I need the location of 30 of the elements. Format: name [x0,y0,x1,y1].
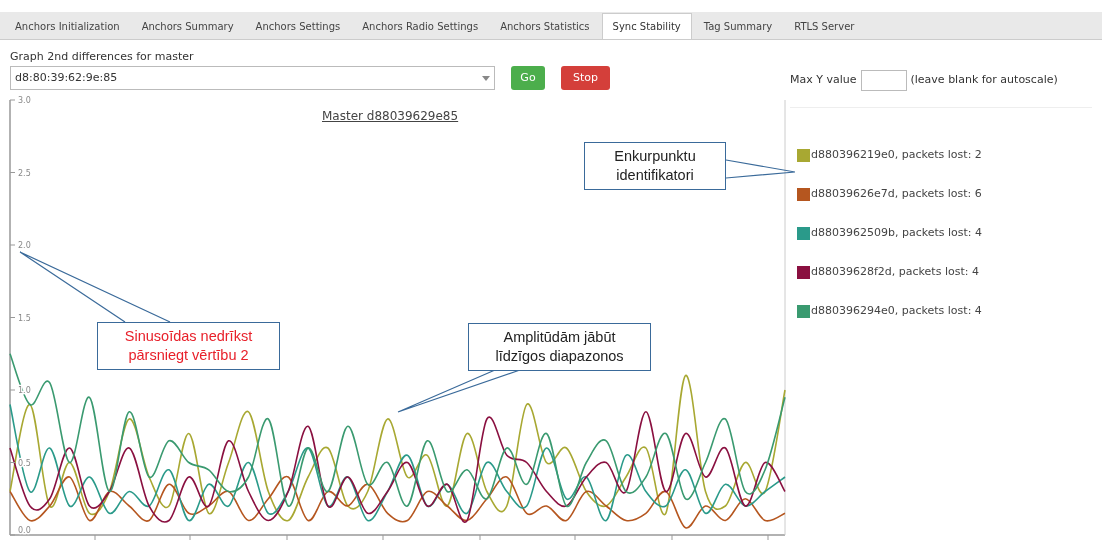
y-tick-label: 2.0 [18,241,31,250]
legend-label: d88039626e7d, packets lost: 6 [811,185,982,202]
callout-text: Amplitūdām jābūt līdzīgos diapazonos [468,323,651,371]
tab[interactable]: Anchors Radio Settings [352,13,489,39]
chart-title: Master d88039629e85 [322,108,459,125]
y-tick-label: 1.5 [18,313,31,323]
tab[interactable]: Anchors Summary [131,13,244,39]
master-label: Graph 2nd differences for master [10,50,195,64]
legend-label: d88039628f2d, packets lost: 4 [811,263,979,280]
max-y-hint: (leave blank for autoscale) [910,72,1058,89]
max-y-label: Max Y value [790,72,857,89]
tab[interactable]: Anchors Initialization [5,13,130,39]
legend-label: d880396219e0, packets lost: 2 [811,146,982,163]
callout-text: Sinusoīdas nedrīkst pārsniegt vērtību 2 [97,322,280,370]
tab[interactable]: Tag Summary [693,13,783,39]
leader-line [725,159,796,179]
master-select[interactable]: d8:80:39:62:9e:85 [10,66,495,90]
stop-button[interactable]: Stop [561,66,610,90]
tab[interactable]: RTLS Server [784,13,865,39]
y-tick-label: 3.0 [18,96,31,105]
tab[interactable]: Sync Stability [601,13,692,39]
tab[interactable]: Anchors Settings [245,13,351,39]
max-y-input[interactable] [860,70,907,91]
legend-label: d8803962509b, packets lost: 4 [811,224,983,241]
tab[interactable]: Anchors Statistics [490,13,600,39]
y-tick-label: 0.0 [18,526,31,535]
legend-label: d880396294e0, packets lost: 4 [811,302,982,319]
y-tick-label: 2.5 [18,168,31,178]
callout-text: Enkurpunktu identifikatori [584,142,726,190]
dropdown-arrow-icon [482,75,490,81]
